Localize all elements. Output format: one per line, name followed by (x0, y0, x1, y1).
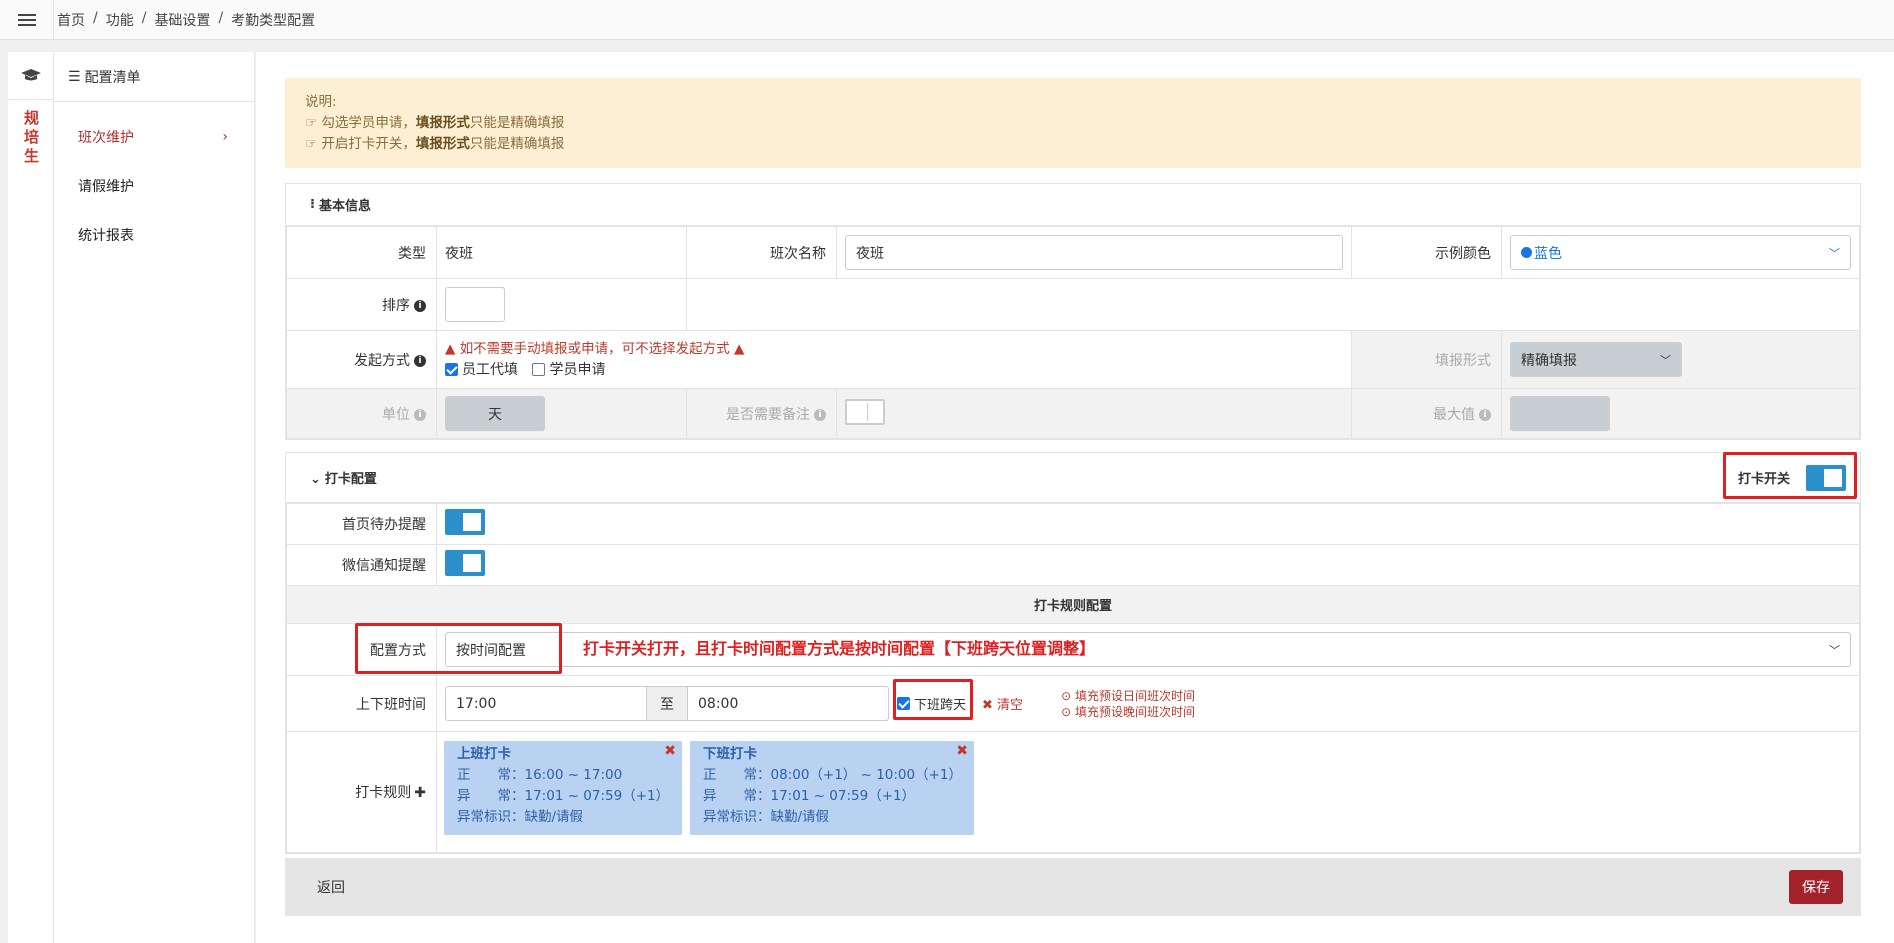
clock-icon: ⊙ (1061, 688, 1075, 703)
sidebar-item-shift[interactable]: 班次维护 › (54, 112, 254, 161)
color-select[interactable]: 蓝色 ﹀ (1510, 235, 1851, 270)
punch-header: ⌄ 打卡配置 打卡开关 (286, 453, 1860, 503)
checkout-rule-card[interactable]: ✖ 下班打卡 正 常：08:00（+1） ~ 10:00（+1） 异 常：17:… (690, 741, 974, 835)
footer-bar: 返回 保存 (285, 858, 1861, 916)
home-reminder-label: 首页待办提醒 (286, 503, 437, 545)
config-sidebar: ☰ 配置清单 班次维护 › 请假维护 统计报表 (54, 52, 255, 943)
start-time-input[interactable]: 17:00 (445, 686, 647, 721)
module-title[interactable]: 规培生 (8, 100, 53, 173)
basic-info-panel: ⁝ 基本信息 类型 夜班 班次名称 夜班 示例颜色 蓝色 ﹀ 排序 i 发起方式… (285, 183, 1861, 440)
annotation-box-switch (1723, 452, 1857, 499)
employee-checkbox[interactable]: 员工代填 (445, 362, 518, 378)
color-dot (1521, 247, 1532, 258)
checkin-rule-card[interactable]: ✖ 上班打卡 正 常：16:00 ~ 17:00 异 常：17:01 ~ 07:… (444, 741, 682, 835)
student-checkbox[interactable]: 学员申请 (532, 362, 605, 378)
fill-label: 填报形式 (1351, 330, 1502, 389)
rules-title: 打卡规则配置 (286, 585, 1860, 624)
order-label: 排序 i (286, 278, 437, 331)
thumb-icon: ☞ (305, 136, 322, 152)
to-label: 至 (647, 686, 687, 721)
unit-label: 单位 i (286, 388, 437, 439)
sidebar-item-report[interactable]: 统计报表 (54, 210, 254, 259)
notice-line: ☞ 开启打卡开关，填报形式只能是精确填报 (305, 136, 565, 152)
thumb-icon: ☞ (305, 115, 322, 131)
unit-button[interactable]: 天 (445, 396, 545, 431)
method-warning: ▲ 如不需要手动填报或申请，可不选择发起方式 ▲ (445, 340, 745, 357)
punch-rule-label: 打卡规则 ✚ (286, 731, 437, 853)
max-label: 最大值 i (1351, 388, 1502, 439)
breadcrumb: 首页 / 功能 / 基础设置 / 考勤类型配置 (57, 9, 316, 30)
clear-button[interactable]: ✖ 清空 (982, 694, 1023, 713)
chevron-down-icon: ﹀ (1829, 246, 1840, 260)
shift-name-label: 班次名称 (686, 226, 837, 279)
notice-box: 说明: ☞ 勾选学员申请，填报形式只能是精确填报 ☞ 开启打卡开关，填报形式只能… (285, 78, 1861, 168)
info-icon: i (414, 299, 426, 312)
chevron-down-icon: ﹀ (1660, 353, 1671, 367)
shift-name-input[interactable]: 夜班 (845, 235, 1343, 270)
breadcrumb-function[interactable]: 功能 (106, 10, 134, 30)
order-input[interactable] (445, 287, 505, 322)
basic-info-header: ⁝ 基本信息 (286, 184, 1860, 226)
info-icon: i (414, 354, 426, 367)
chevron-right-icon: › (222, 128, 228, 145)
wechat-reminder-label: 微信通知提醒 (286, 544, 437, 586)
warning-icon: ▲ (445, 340, 460, 357)
breadcrumb-basic-settings[interactable]: 基础设置 (154, 10, 210, 30)
warning-icon: ▲ (729, 340, 745, 357)
close-icon[interactable]: ✖ (956, 741, 968, 762)
notice-line: ☞ 勾选学员申请，填报形式只能是精确填报 (305, 115, 565, 131)
color-label: 示例颜色 (1351, 226, 1502, 279)
close-icon: ✖ (982, 698, 998, 713)
notice-title: 说明: (305, 94, 337, 110)
top-bar: 首页 / 功能 / 基础设置 / 考勤类型配置 (0, 0, 1894, 40)
menu-icon[interactable] (0, 0, 54, 40)
back-button[interactable]: 返回 (317, 877, 345, 897)
method-label: 发起方式 i (286, 330, 437, 389)
close-icon[interactable]: ✖ (664, 741, 676, 762)
info-icon: i (414, 408, 426, 421)
annotation-box-config (355, 623, 562, 674)
breadcrumb-current: 考勤类型配置 (231, 12, 316, 29)
annotation-text: 打卡开关打开，且打卡时间配置方式是按时间配置【下班跨天位置调整】 (583, 639, 1096, 658)
breadcrumb-home[interactable]: 首页 (57, 10, 85, 30)
main-content: 说明: ☞ 勾选学员申请，填报形式只能是精确填报 ☞ 开启打卡开关，填报形式只能… (256, 52, 1894, 943)
annotation-box-crossday (893, 679, 973, 720)
type-value: 夜班 (436, 226, 687, 279)
fill-select[interactable]: 精确填报 ﹀ (1510, 342, 1682, 377)
module-bar: 规培生 (8, 52, 54, 943)
remark-label: 是否需要备注 i (686, 388, 837, 439)
sidebar-header: ☰ 配置清单 (54, 52, 254, 102)
info-icon: i (814, 408, 826, 421)
graduation-cap-icon[interactable] (8, 52, 53, 100)
list-icon: ☰ (68, 68, 81, 85)
wechat-reminder-toggle[interactable] (445, 550, 485, 576)
clock-icon: ⊙ (1061, 704, 1075, 719)
end-time-input[interactable]: 08:00 (687, 686, 889, 721)
remark-toggle[interactable] (845, 398, 885, 425)
save-button[interactable]: 保存 (1789, 870, 1843, 904)
home-reminder-toggle[interactable] (445, 509, 485, 535)
chevron-down-icon: ﹀ (1829, 643, 1840, 657)
fill-night-preset-link[interactable]: ⊙ 填充预设晚间班次时间 (1061, 704, 1195, 720)
work-time-label: 上下班时间 (286, 675, 437, 732)
max-input[interactable] (1510, 396, 1610, 431)
fill-day-preset-link[interactable]: ⊙ 填充预设日间班次时间 (1061, 688, 1195, 704)
type-label: 类型 (286, 226, 437, 279)
sidebar-item-leave[interactable]: 请假维护 (54, 161, 254, 210)
chevron-down-icon: ⌄ (310, 472, 321, 487)
plus-icon[interactable]: ✚ (414, 785, 426, 801)
info-icon: i (1479, 408, 1491, 421)
